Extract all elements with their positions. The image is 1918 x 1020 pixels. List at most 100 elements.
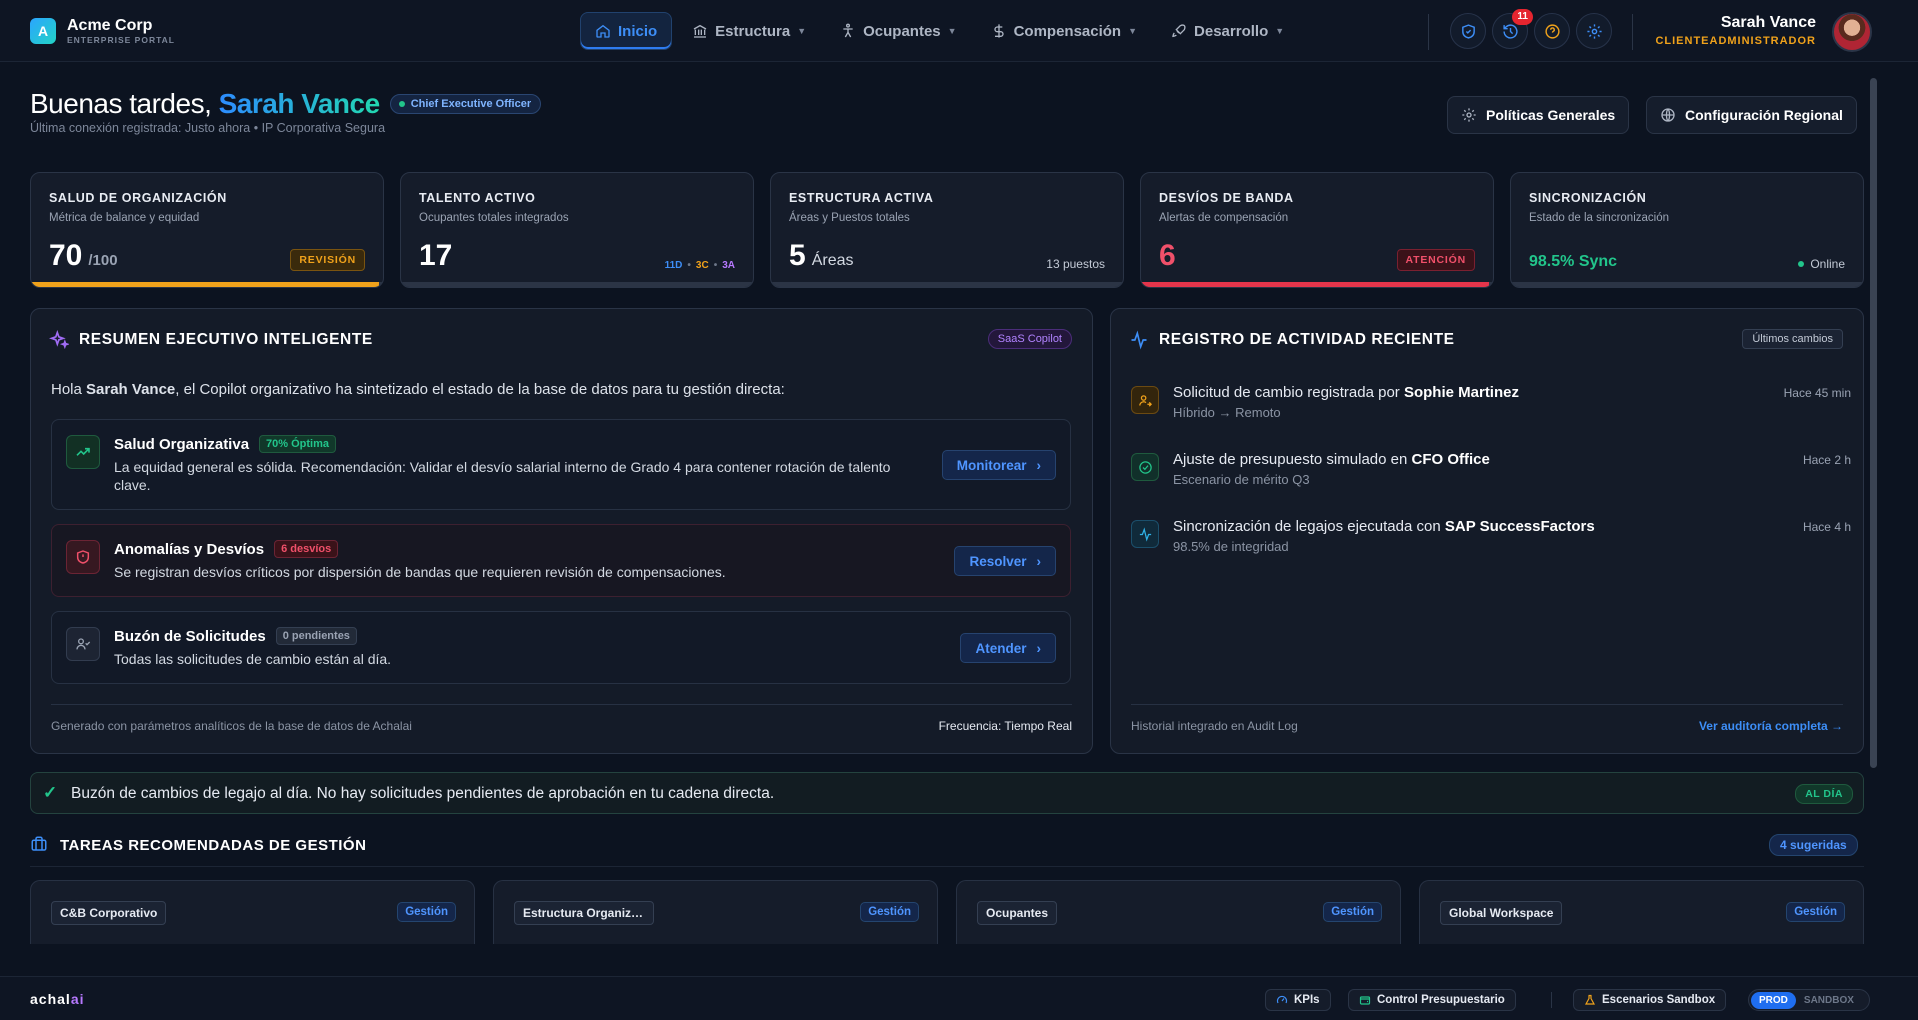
activity-detail: Híbrido → Remoto: [1173, 405, 1281, 420]
nav-ocupantes[interactable]: Ocupantes ▼: [826, 12, 970, 50]
divider: [1131, 704, 1843, 705]
check-icon: ✓: [43, 783, 58, 802]
greeting-prefix: Buenas tardes,: [30, 88, 212, 119]
insight-title: Salud Organizativa 70% Óptima: [114, 435, 337, 453]
kpis-button[interactable]: KPIs: [1265, 989, 1331, 1011]
brand-logo[interactable]: A: [30, 18, 56, 44]
budget-control-button[interactable]: Control Presupuestario: [1348, 989, 1516, 1011]
history-button[interactable]: 11: [1492, 9, 1533, 49]
breakdown-d: 11D: [664, 260, 683, 271]
stat-title: DESVÍOS DE BANDA: [1159, 191, 1294, 205]
chevron-down-icon: ▼: [1128, 26, 1138, 36]
insight-card-anomalies: Anomalías y Desvíos 6 desvíos Se registra…: [51, 524, 1071, 597]
user-info[interactable]: Sarah Vance CLIENTEADMINISTRADOR: [1655, 14, 1816, 47]
activity-time: Hace 2 h: [1802, 453, 1851, 467]
stat-card-sync[interactable]: SINCRONIZACIÓN Estado de la sincronizaci…: [1510, 172, 1864, 288]
user-icon-box: [66, 627, 100, 661]
task-badge: Gestión: [1786, 902, 1845, 922]
nav-label: Desarrollo: [1194, 22, 1269, 40]
intro-pre: Hola: [51, 381, 82, 398]
chevron-right-icon: ›: [1036, 553, 1042, 569]
online-dot: [1798, 261, 1805, 267]
stat-card-org-health[interactable]: SALUD DE ORGANIZACIÓN Métrica de balance…: [30, 172, 384, 288]
stat-value: 70/100: [49, 239, 118, 273]
user-switch-icon-box: [1131, 386, 1159, 414]
banner-text: Buzón de cambios de legajo al día. No ha…: [71, 785, 775, 802]
activity-item[interactable]: Ajuste de presupuesto simulado en CFO Of…: [1131, 451, 1851, 495]
talent-breakdown: 11D • 3C • 3A: [664, 260, 735, 271]
insight-badge: 0 pendientes: [275, 627, 357, 645]
settings-button[interactable]: [1576, 13, 1612, 49]
sync-status: Online: [1798, 257, 1845, 271]
home-icon: [596, 24, 610, 38]
task-card[interactable]: Estructura Organizativa Gestión: [493, 880, 938, 950]
stat-value: 5 Áreas: [789, 239, 853, 273]
button-label: Monitorear: [956, 457, 1027, 473]
gear-icon: [1462, 108, 1476, 122]
scrollbar[interactable]: [1870, 78, 1877, 768]
stat-card-band-deviations[interactable]: DESVÍOS DE BANDA Alertas de compensación…: [1140, 172, 1494, 288]
regional-config-button[interactable]: Configuración Regional: [1646, 96, 1857, 134]
greeting-name: Sarah Vance: [218, 88, 381, 119]
env-sandbox[interactable]: SANDBOX: [1796, 992, 1862, 1009]
insight-description: Todas las solicitudes de cambio están al…: [114, 651, 392, 667]
monitor-button[interactable]: Monitorear ›: [941, 450, 1056, 480]
insight-description: La equidad general es sólida. Recomendac…: [114, 459, 891, 493]
activity-time: Hace 45 min: [1783, 386, 1851, 400]
task-card[interactable]: C&B Corporativo Gestión: [30, 880, 475, 950]
env-prod[interactable]: PROD: [1751, 991, 1796, 1009]
nav-inicio[interactable]: Inicio: [580, 12, 673, 50]
history-icon: [1502, 23, 1518, 39]
avatar[interactable]: [1832, 12, 1872, 52]
activity-icon: [1131, 330, 1147, 350]
budget-label: Control Presupuestario: [1377, 994, 1505, 1006]
policies-button[interactable]: Políticas Generales: [1447, 96, 1630, 134]
stat-progress: [401, 282, 753, 287]
task-card[interactable]: Global Workspace Gestión: [1419, 880, 1864, 950]
stat-unit: Áreas: [811, 252, 854, 269]
attend-button[interactable]: Atender ›: [960, 633, 1056, 663]
insight-title: Buzón de Solicitudes 0 pendientes: [114, 627, 357, 645]
dollar-icon: [993, 24, 1004, 38]
stat-title: SALUD DE ORGANIZACIÓN: [49, 191, 227, 205]
stat-subtitle: Áreas y Puestos totales: [789, 212, 910, 224]
footer-logo[interactable]: achalai: [30, 991, 85, 1007]
brand-name: Acme Corp: [67, 17, 153, 34]
activity-detail: 98.5% de integridad: [1173, 539, 1289, 554]
stat-subtitle: Métrica de balance y equidad: [49, 212, 200, 224]
activity-item[interactable]: Solicitud de cambio registrada por Sophi…: [1131, 384, 1851, 428]
bank-icon: [693, 24, 707, 38]
nav-desarrollo[interactable]: Desarrollo ▼: [1157, 12, 1298, 50]
stat-progress-fill: [31, 282, 380, 287]
activity-item[interactable]: Sincronización de legajos ejecutada con …: [1131, 518, 1851, 562]
nav-estructura[interactable]: Estructura ▼: [678, 12, 820, 50]
stat-card-talent[interactable]: TALENTO ACTIVO Ocupantes totales integra…: [400, 172, 754, 288]
shield-alert-icon: [76, 550, 90, 564]
brand: Acme Corp ENTERPRISE PORTAL: [67, 17, 175, 45]
shield-icon-box: [66, 540, 100, 574]
task-label: C&B Corporativo: [51, 901, 167, 925]
stat-title: TALENTO ACTIVO: [419, 191, 536, 205]
nav-label: Estructura: [715, 22, 791, 40]
activity-text: Solicitud de cambio registrada por Sophi…: [1173, 384, 1519, 401]
task-card[interactable]: Ocupantes Gestión: [956, 880, 1401, 950]
stat-title: ESTRUCTURA ACTIVA: [789, 191, 934, 205]
full-audit-link[interactable]: Ver auditoría completa →: [1699, 719, 1843, 733]
security-button[interactable]: [1450, 13, 1486, 49]
stat-card-structure[interactable]: ESTRUCTURA ACTIVA Áreas y Puestos totale…: [770, 172, 1124, 288]
environment-toggle[interactable]: PROD SANDBOX: [1748, 989, 1870, 1011]
activity-text: Sincronización de legajos ejecutada con …: [1173, 518, 1595, 535]
nav-compensacion[interactable]: Compensación ▼: [977, 12, 1151, 50]
sandbox-scenarios-button[interactable]: Escenarios Sandbox: [1573, 989, 1727, 1011]
panel-title: RESUMEN EJECUTIVO INTELIGENTE: [79, 331, 373, 348]
gauge-icon: [1276, 995, 1288, 1004]
help-button[interactable]: [1534, 13, 1570, 49]
chevron-down-icon: ▼: [797, 26, 807, 36]
positions-count: 13 puestos: [1046, 257, 1105, 271]
stat-subtitle: Ocupantes totales integrados: [419, 212, 569, 224]
activity-icon: [1139, 526, 1151, 542]
activity-detail: Escenario de mérito Q3: [1173, 472, 1310, 487]
resolve-button[interactable]: Resolver ›: [954, 546, 1056, 576]
activity-footer-note: Historial integrado en Audit Log: [1131, 719, 1298, 733]
stat-subtitle: Estado de la sincronización: [1529, 212, 1669, 224]
